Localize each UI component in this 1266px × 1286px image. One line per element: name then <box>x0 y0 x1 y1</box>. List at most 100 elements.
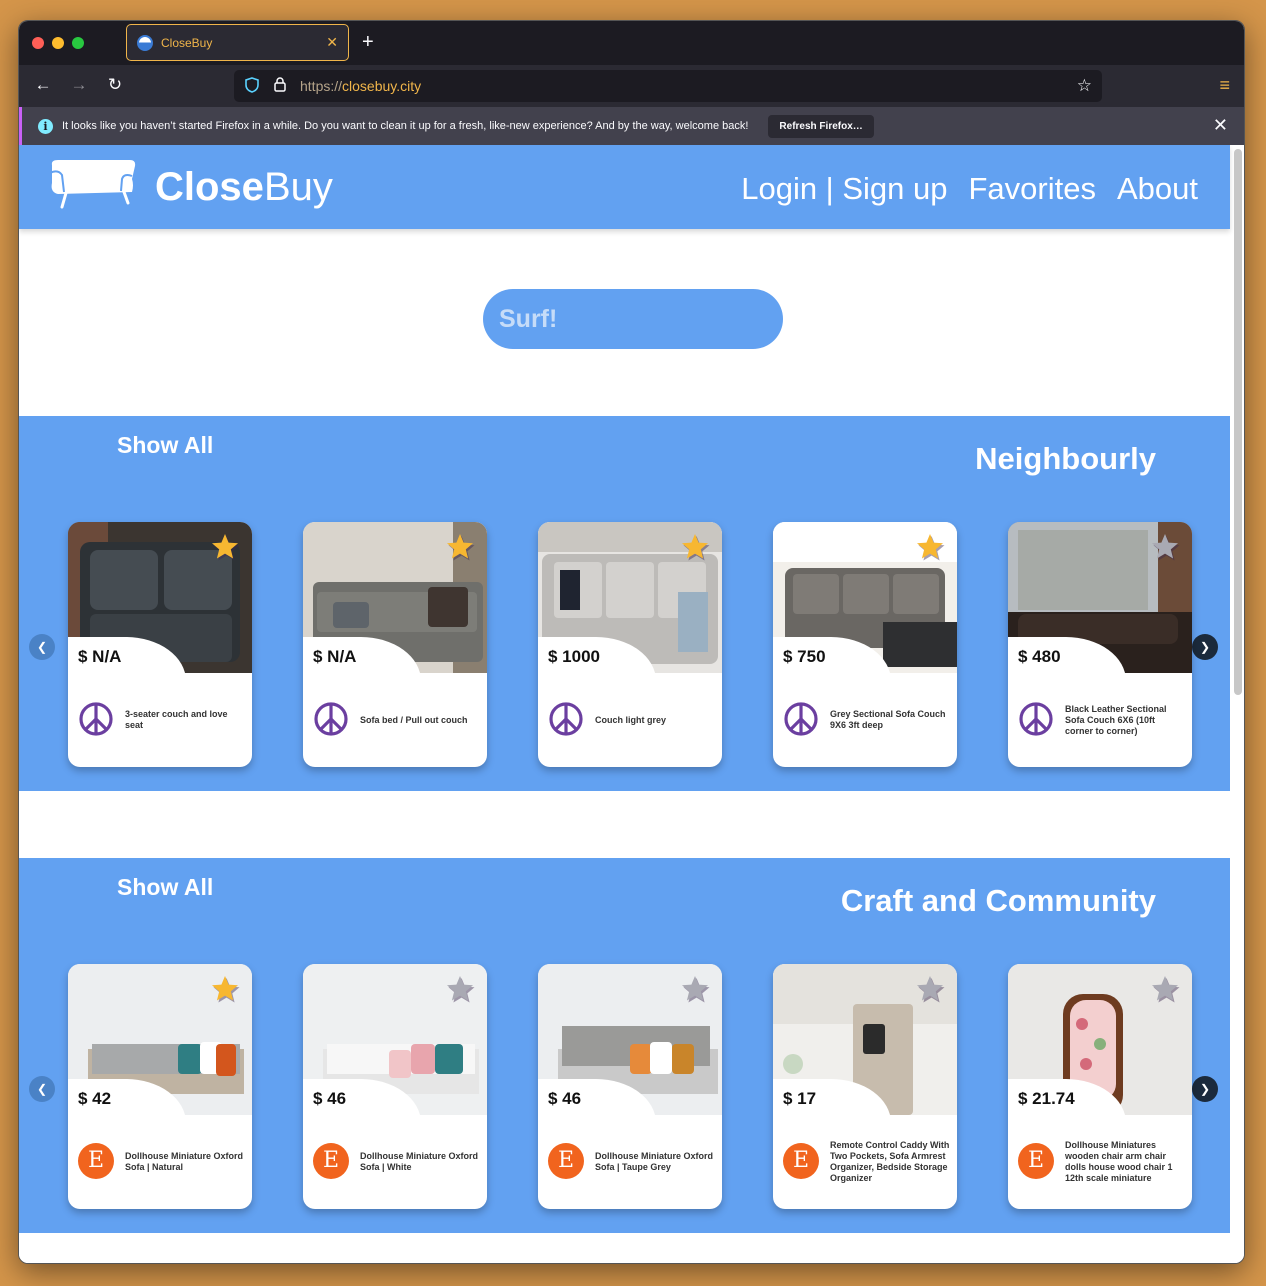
peace-sign-icon <box>313 701 349 737</box>
product-price: $ N/A <box>313 647 357 666</box>
refresh-firefox-button[interactable]: Refresh Firefox… <box>768 114 874 138</box>
info-icon: i <box>38 118 53 134</box>
login-signup-link[interactable]: Login | Sign up <box>741 171 947 207</box>
product-name-text: Grey Sectional Sofa Couch 9X6 3ft deep <box>830 709 946 730</box>
show-all-link[interactable]: Show All <box>117 874 213 901</box>
notification-text: It looks like you haven’t started Firefo… <box>62 120 749 132</box>
new-tab-plus-icon[interactable]: + <box>362 31 374 53</box>
etsy-logo-icon: E <box>1018 1143 1054 1179</box>
product-card[interactable]: $ 1000 Couch light grey <box>538 522 722 767</box>
sofa-logo-icon[interactable] <box>48 159 138 211</box>
product-name: Remote Control Caddy With Two Pockets, S… <box>830 1132 950 1192</box>
notification-close-icon[interactable]: ✕ <box>1213 115 1228 136</box>
product-card[interactable]: $ 46 E Dollhouse Miniature Oxford Sofa | W… <box>303 964 487 1209</box>
show-all-link[interactable]: Show All <box>117 432 213 459</box>
star-icon[interactable] <box>680 974 710 1004</box>
product-name-text: Sofa bed / Pull out couch <box>360 714 468 725</box>
url-host: closebuy.city <box>342 78 422 94</box>
search-input[interactable] <box>499 304 834 334</box>
site-logo-text[interactable]: CloseBuy <box>155 165 333 210</box>
logo-text-light: Buy <box>263 165 333 209</box>
product-card[interactable]: $ 750 Grey Sectional Sofa Couch 9X6 3ft d… <box>773 522 957 767</box>
product-card[interactable]: $ 21.74 E Dollhouse Miniatures wooden chai… <box>1008 964 1192 1209</box>
etsy-letter: E <box>783 1143 819 1179</box>
product-price: $ 480 <box>1018 647 1061 666</box>
product-price: $ 46 <box>548 1089 582 1108</box>
page-content: CloseBuy Login | Sign up Favorites About… <box>19 145 1244 1263</box>
product-price: $ 46 <box>313 1089 347 1108</box>
product-name-text: Dollhouse Miniature Oxford Sofa | Natura… <box>125 1151 244 1172</box>
product-name-text: Black Leather Sectional Sofa Couch 6X6 (… <box>1065 703 1167 736</box>
url-bar[interactable]: https://closebuy.city ☆ <box>234 70 1102 102</box>
carousel-next-icon[interactable]: ❯ <box>1192 1076 1218 1102</box>
star-icon[interactable] <box>445 532 475 562</box>
product-price: $ 750 <box>783 647 826 666</box>
tab-close-icon[interactable]: ✕ <box>326 34 338 51</box>
etsy-letter: E <box>548 1143 584 1179</box>
star-icon[interactable] <box>445 974 475 1004</box>
product-name: Grey Sectional Sofa Couch 9X6 3ft deep <box>830 690 950 750</box>
etsy-letter: E <box>78 1143 114 1179</box>
site-nav: Login | Sign up Favorites About <box>741 171 1198 207</box>
star-icon[interactable] <box>680 532 710 562</box>
product-card[interactable]: $ 46 E Dollhouse Miniature Oxford Sofa | T… <box>538 964 722 1209</box>
carousel-prev-icon[interactable]: ❮ <box>29 1076 55 1102</box>
product-price: $ 17 <box>783 1089 817 1108</box>
tab-bar: CloseBuy ✕ + <box>19 21 1244 65</box>
star-icon[interactable] <box>210 974 240 1004</box>
minimize-window-button[interactable] <box>52 37 64 49</box>
product-card[interactable]: $ 42 E Dollhouse Miniature Oxford Sofa | N… <box>68 964 252 1209</box>
carousel-prev-icon[interactable]: ❮ <box>29 634 55 660</box>
product-name-text: 3-seater couch and love seat <box>125 709 228 730</box>
section-title: Craft and Community <box>840 883 1156 918</box>
star-icon[interactable] <box>1150 532 1180 562</box>
product-card[interactable]: $ 480 Black Leather Sectional Sofa Couch … <box>1008 522 1192 767</box>
star-icon[interactable] <box>210 532 240 562</box>
star-icon[interactable] <box>1150 974 1180 1004</box>
star-icon[interactable] <box>915 974 945 1004</box>
section-craft-and-community: Show All Craft and Community ❮ ❯ $ 42 E Do… <box>19 858 1230 1233</box>
url-text[interactable]: https://closebuy.city <box>300 78 1077 94</box>
star-icon[interactable] <box>915 532 945 562</box>
url-scheme: https:// <box>300 78 343 94</box>
hamburger-menu-icon[interactable]: ≡ <box>1219 75 1230 96</box>
page-scrollbar[interactable] <box>1234 149 1242 695</box>
peace-sign-icon <box>1018 701 1054 737</box>
nav-toolbar: ← → ↻ https://closebuy.city ☆ ≡ <box>19 65 1244 107</box>
bookmark-star-icon[interactable]: ☆ <box>1077 76 1092 96</box>
product-name: Dollhouse Miniature Oxford Sofa | Natura… <box>125 1132 245 1192</box>
reload-icon[interactable]: ↻ <box>104 75 126 95</box>
lock-icon[interactable] <box>272 77 288 95</box>
product-card[interactable]: $ 17 E Remote Control Caddy With Two Pocke… <box>773 964 957 1209</box>
etsy-logo-icon: E <box>548 1143 584 1179</box>
product-price: $ N/A <box>78 647 122 666</box>
section-neighbourly: Show All Neighbourly ❮ ❯ $ N/A 3-seater c… <box>19 416 1230 791</box>
product-price: $ 21.74 <box>1018 1089 1075 1108</box>
zoom-window-button[interactable] <box>72 37 84 49</box>
etsy-logo-icon: E <box>313 1143 349 1179</box>
browser-tab[interactable]: CloseBuy ✕ <box>126 24 349 61</box>
etsy-logo-icon: E <box>78 1143 114 1179</box>
product-name-text: Dollhouse Miniature Oxford Sofa | Taupe … <box>595 1151 714 1172</box>
product-price: $ 1000 <box>548 647 600 666</box>
product-card[interactable]: $ N/A 3-seater couch and love seat <box>68 522 252 767</box>
close-window-button[interactable] <box>32 37 44 49</box>
product-name: Sofa bed / Pull out couch <box>360 690 480 750</box>
product-price: $ 42 <box>78 1089 112 1108</box>
carousel-next-icon[interactable]: ❯ <box>1192 634 1218 660</box>
peace-sign-icon <box>78 701 114 737</box>
product-card[interactable]: $ N/A Sofa bed / Pull out couch <box>303 522 487 767</box>
notification-bar: i It looks like you haven’t started Fire… <box>19 107 1244 145</box>
tab-title: CloseBuy <box>161 35 213 50</box>
favorites-link[interactable]: Favorites <box>969 171 1096 207</box>
peace-sign-icon <box>783 701 819 737</box>
browser-window: CloseBuy ✕ + ← → ↻ https://closebuy.city… <box>18 20 1245 1264</box>
product-name-text: Dollhouse Miniature Oxford Sofa | White <box>360 1151 479 1172</box>
about-link[interactable]: About <box>1117 171 1198 207</box>
product-name: 3-seater couch and love seat <box>125 690 245 750</box>
shield-icon[interactable] <box>244 76 260 96</box>
logo-text-bold: Close <box>155 165 264 209</box>
back-arrow-icon[interactable]: ← <box>32 75 54 95</box>
forward-arrow-icon[interactable]: → <box>68 75 90 95</box>
peace-sign-icon <box>548 701 584 737</box>
